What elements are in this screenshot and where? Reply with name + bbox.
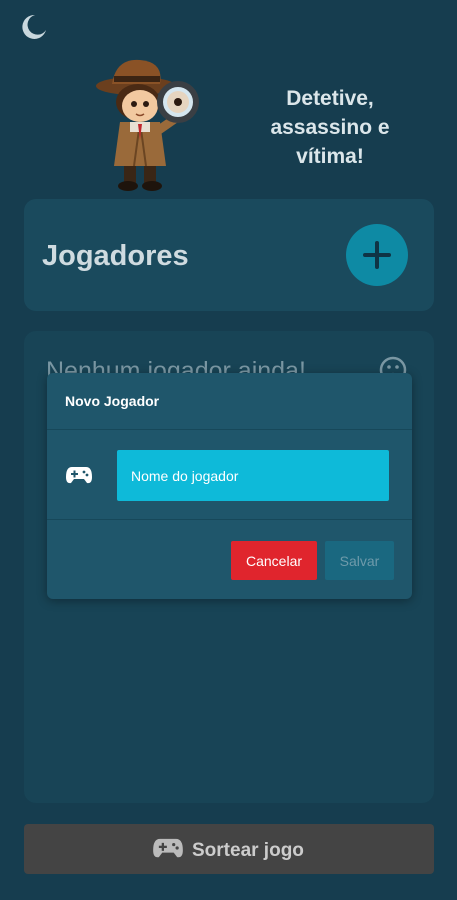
dialog-title: Novo Jogador bbox=[65, 393, 160, 409]
app-screen: Detetive, assassino e vítima! Jogadores … bbox=[0, 0, 457, 900]
draw-game-label: Sortear jogo bbox=[192, 840, 304, 861]
new-player-dialog: Novo Jogador Cancelar Salvar bbox=[47, 373, 412, 599]
dialog-divider-bottom bbox=[47, 519, 412, 520]
gamepad-icon bbox=[66, 467, 92, 484]
add-player-button[interactable] bbox=[346, 224, 408, 286]
save-button[interactable]: Salvar bbox=[325, 541, 394, 580]
theme-toggle-button[interactable] bbox=[18, 12, 48, 42]
app-tagline: Detetive, assassino e vítima! bbox=[270, 87, 390, 168]
gamepad-icon bbox=[153, 838, 183, 858]
player-name-input[interactable] bbox=[117, 450, 389, 501]
detective-mascot bbox=[94, 54, 204, 192]
moon-icon bbox=[22, 14, 46, 39]
plus-icon bbox=[363, 241, 391, 269]
dialog-divider-top bbox=[47, 429, 412, 430]
cancel-button[interactable]: Cancelar bbox=[231, 541, 317, 580]
draw-game-button[interactable]: Sortear jogo bbox=[24, 824, 434, 874]
players-title: Jogadores bbox=[42, 240, 189, 272]
players-header-card: Jogadores bbox=[24, 199, 434, 311]
